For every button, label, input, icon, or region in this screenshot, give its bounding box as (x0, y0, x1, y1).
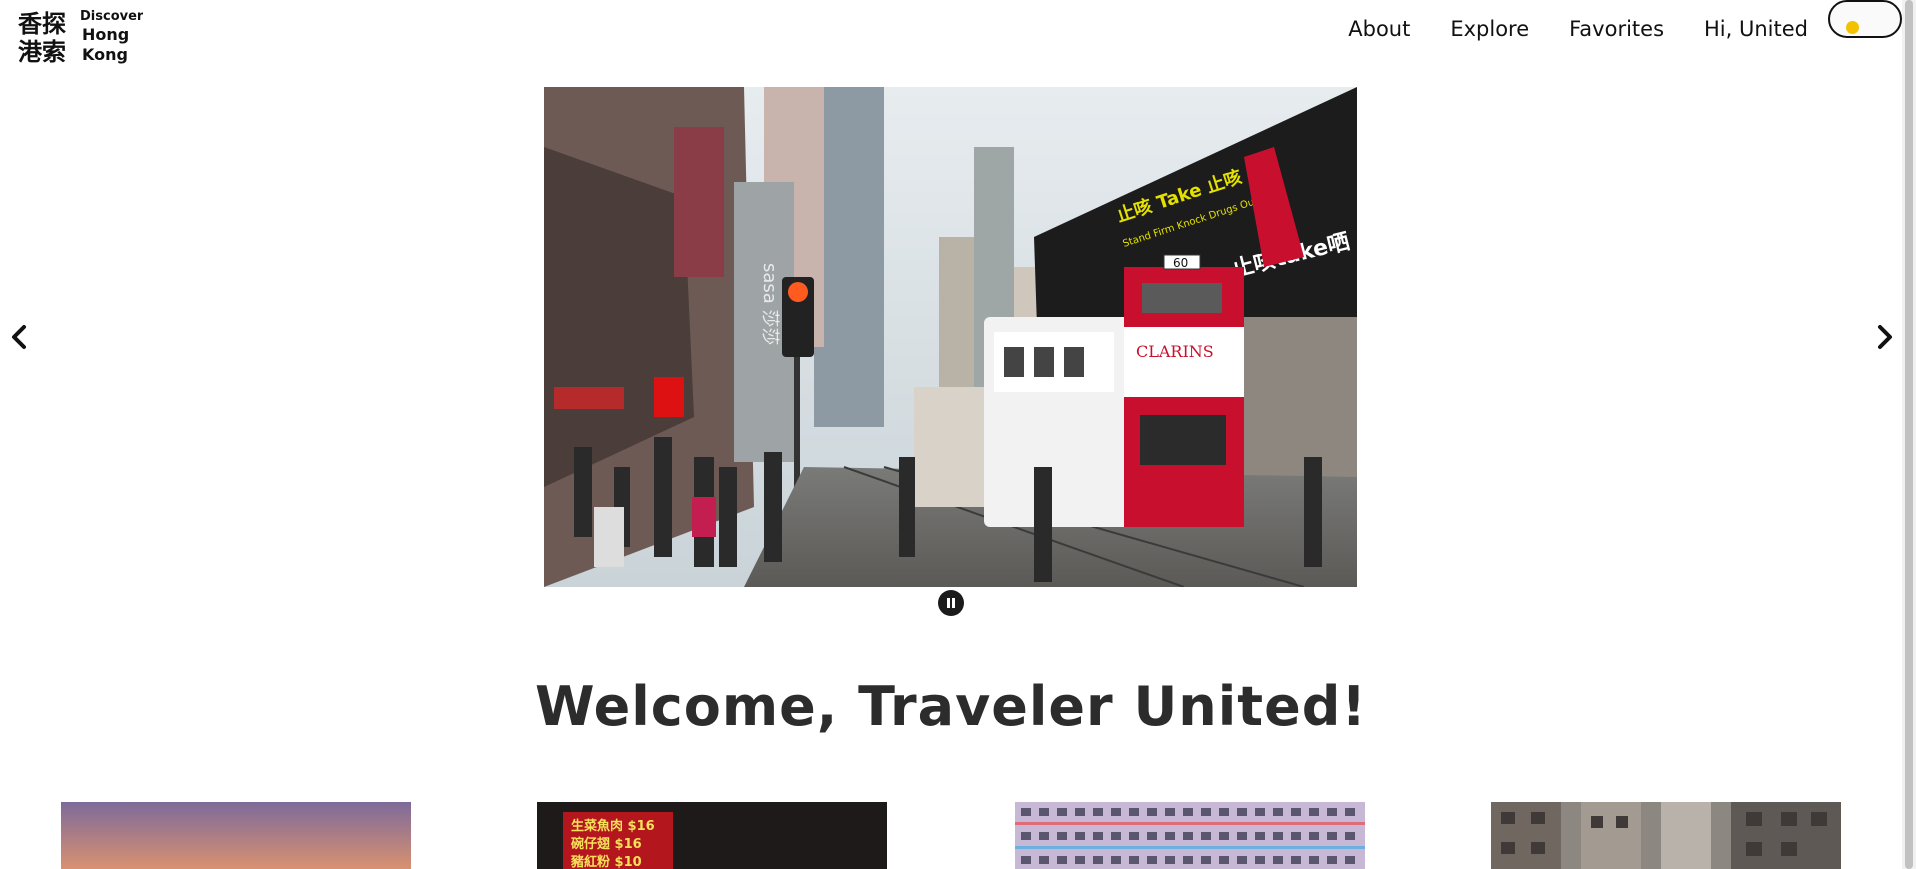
card-sunset[interactable] (61, 802, 411, 869)
food-sign-line2: 碗仔翅 $16 (571, 836, 642, 852)
nav-user-greeting[interactable]: Hi, United (1704, 17, 1808, 41)
carousel-slide-image: sasa 莎莎 止咳 Take 止咳 Stand Firm Knock Drug… (544, 87, 1357, 587)
sun-icon (1846, 21, 1859, 34)
food-sign-line1: 生菜魚肉 $16 (571, 818, 655, 834)
carousel-pause-button[interactable] (938, 590, 964, 616)
slide-mall-sign: sasa 莎莎 (759, 263, 780, 346)
card-old-buildings[interactable] (1491, 802, 1841, 869)
slide-tram-ad: CLARINS (1136, 342, 1214, 361)
logo-chinese-line2: 港索 (18, 37, 66, 66)
welcome-heading: Welcome, Traveler United! (535, 675, 1367, 738)
food-sign-line3: 豬紅粉 $10 (570, 854, 642, 869)
nav-favorites[interactable]: Favorites (1569, 17, 1664, 41)
main-nav: About Explore Favorites Hi, United (1348, 17, 1808, 41)
destination-cards: 生菜魚肉 $16 碗仔翅 $16 豬紅粉 $10 (0, 802, 1902, 869)
logo-english-line3: Kong (82, 45, 128, 64)
card-sunset-image (61, 802, 411, 869)
logo-chinese-line1: 香探 (18, 9, 66, 38)
card-old-buildings-image (1491, 802, 1841, 869)
site-logo[interactable]: 香探 港索 Discover Hong Kong (18, 6, 144, 66)
nav-explore[interactable]: Explore (1450, 17, 1529, 41)
theme-toggle[interactable] (1828, 0, 1902, 38)
carousel-prev-button[interactable] (4, 320, 34, 354)
chevron-right-icon (1878, 325, 1892, 349)
card-choi-hung-estate-image (1015, 802, 1365, 869)
carousel-next-button[interactable] (1870, 320, 1900, 354)
slide-tram-route: 60 (1173, 256, 1188, 270)
chevron-left-icon (12, 325, 26, 349)
logo-english-line1: Discover (80, 9, 143, 24)
logo-english-line2: Hong (82, 25, 129, 44)
nav-about[interactable]: About (1348, 17, 1410, 41)
card-food-stall[interactable]: 生菜魚肉 $16 碗仔翅 $16 豬紅粉 $10 (537, 802, 887, 869)
scrollbar-thumb[interactable] (1905, 0, 1913, 869)
card-food-stall-image: 生菜魚肉 $16 碗仔翅 $16 豬紅粉 $10 (537, 802, 887, 869)
page-scrollbar[interactable] (1902, 0, 1916, 869)
card-choi-hung-estate[interactable] (1015, 802, 1365, 869)
